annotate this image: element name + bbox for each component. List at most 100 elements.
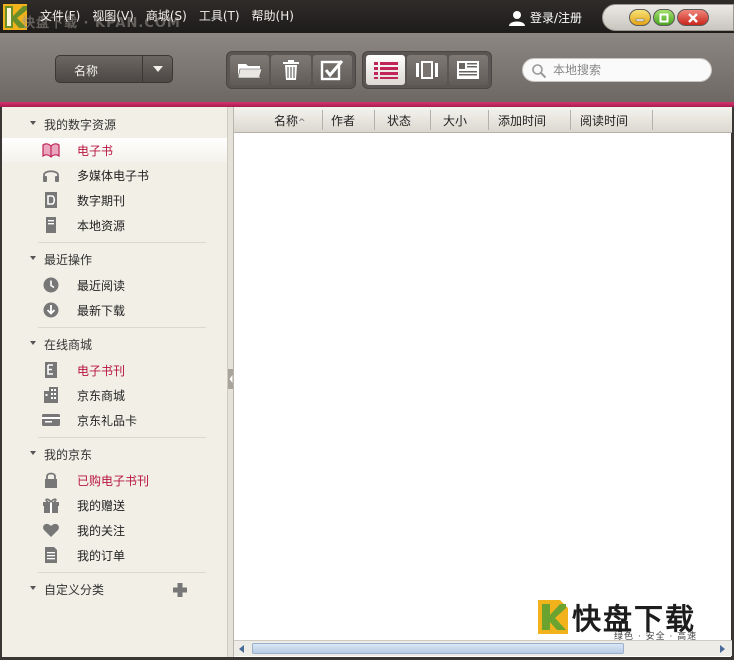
detail-view-icon <box>457 61 480 79</box>
section-header-online-store[interactable]: 在线商城 <box>2 332 227 356</box>
menu-view[interactable]: 视图(V) <box>92 7 134 24</box>
search-box[interactable] <box>522 58 712 82</box>
gift-icon <box>43 498 59 513</box>
user-icon <box>509 10 525 26</box>
column-added-time[interactable]: 添加时间 <box>498 112 546 129</box>
chevron-down-icon <box>153 66 163 72</box>
sidebar-item-my-orders[interactable]: 我的订单 <box>2 543 227 567</box>
collapse-triangle-icon <box>30 256 36 260</box>
search-icon <box>532 64 547 79</box>
maximize-button[interactable] <box>653 9 675 26</box>
section-header-my-resources[interactable]: 我的数字资源 <box>2 112 227 136</box>
order-icon <box>45 547 57 563</box>
column-separator[interactable] <box>430 110 431 130</box>
column-size[interactable]: 大小 <box>443 112 467 129</box>
brand-watermark: 快盘下载 绿色 · 安全 · 高速 <box>538 600 696 642</box>
collapse-triangle-icon <box>30 341 36 345</box>
section-divider <box>38 572 206 573</box>
menu-tools[interactable]: 工具(T) <box>199 7 240 24</box>
search-input[interactable] <box>553 62 703 78</box>
book-icon <box>42 143 60 158</box>
sort-select[interactable]: 名称 <box>55 55 173 83</box>
add-category-icon[interactable] <box>172 582 188 598</box>
scroll-left-icon[interactable] <box>236 643 248 655</box>
sort-select-arrow[interactable] <box>142 56 172 82</box>
column-name[interactable]: 名称^ <box>274 112 306 129</box>
menu-file[interactable]: 文件(F) <box>40 7 80 24</box>
column-separator[interactable] <box>488 110 489 130</box>
sidebar-item-jd-mall[interactable]: 京东商城 <box>2 383 227 407</box>
sidebar-item-multimedia-ebook[interactable]: 多媒体电子书 <box>2 163 227 187</box>
sidebar-item-latest-download[interactable]: 最新下载 <box>2 298 227 322</box>
menu-store[interactable]: 商城(S) <box>146 7 187 24</box>
trash-icon <box>282 60 299 80</box>
scroll-right-icon[interactable] <box>716 643 728 655</box>
horizontal-scrollbar[interactable] <box>234 640 732 656</box>
sidebar-item-my-follows[interactable]: 我的关注 <box>2 518 227 542</box>
column-author[interactable]: 作者 <box>331 112 355 129</box>
column-status[interactable]: 状态 <box>387 112 411 129</box>
list-view-button[interactable] <box>366 55 406 85</box>
section-label: 在线商城 <box>44 338 93 352</box>
local-file-icon <box>46 217 56 233</box>
open-folder-button[interactable] <box>230 55 270 85</box>
action-button-group <box>226 51 356 89</box>
sidebar-item-label: 本地资源 <box>77 219 126 233</box>
sidebar-item-ebook[interactable]: 电子书 <box>2 138 227 162</box>
login-label: 登录/注册 <box>530 11 583 25</box>
collapse-triangle-icon <box>30 586 36 590</box>
minimize-button[interactable] <box>629 9 651 26</box>
toolbar: 名称 <box>0 33 734 102</box>
magazine-icon <box>45 192 57 208</box>
collapse-triangle-icon <box>30 451 36 455</box>
sidebar-item-digital-magazine[interactable]: 数字期刊 <box>2 188 227 212</box>
section-divider <box>38 327 206 328</box>
menu-help[interactable]: 帮助(H) <box>252 7 294 24</box>
collapse-triangle-icon <box>30 121 36 125</box>
column-separator[interactable] <box>374 110 375 130</box>
sidebar-item-label: 最新下载 <box>77 304 126 318</box>
sidebar-item-local-resources[interactable]: 本地资源 <box>2 213 227 237</box>
sidebar-item-label: 数字期刊 <box>77 194 126 208</box>
sidebar-item-ebook-store[interactable]: 电子书刊 <box>2 358 227 382</box>
close-button[interactable] <box>677 9 709 26</box>
sidebar-item-label: 电子书刊 <box>77 364 126 378</box>
sidebar-item-label: 最近阅读 <box>77 279 126 293</box>
sidebar-item-jd-gift-card[interactable]: 京东礼品卡 <box>2 408 227 432</box>
section-label: 自定义分类 <box>44 583 105 597</box>
download-icon <box>43 302 59 318</box>
sidebar-item-my-gifts[interactable]: 我的赠送 <box>2 493 227 517</box>
detail-view-button[interactable] <box>448 55 488 85</box>
column-name-label: 名称 <box>274 114 299 128</box>
sort-select-value: 名称 <box>74 64 99 78</box>
column-read-time[interactable]: 阅读时间 <box>580 112 628 129</box>
cover-view-button[interactable] <box>407 55 447 85</box>
column-separator[interactable] <box>570 110 571 130</box>
section-label: 最近操作 <box>44 253 93 267</box>
menu-bar: 文件(F) 视图(V) 商城(S) 工具(T) 帮助(H) <box>40 7 294 24</box>
cover-view-icon <box>415 61 438 79</box>
sidebar-item-label: 已购电子书刊 <box>77 474 150 488</box>
delete-button[interactable] <box>271 55 311 85</box>
section-header-custom-category[interactable]: 自定义分类 <box>2 577 227 601</box>
login-button[interactable]: 登录/注册 <box>508 9 582 26</box>
column-separator[interactable] <box>652 110 653 130</box>
section-header-recent[interactable]: 最近操作 <box>2 247 227 271</box>
scrollbar-thumb[interactable] <box>252 643 624 654</box>
list-view-icon <box>373 62 398 79</box>
sidebar-item-purchased[interactable]: 已购电子书刊 <box>2 468 227 492</box>
sidebar-item-label: 我的赠送 <box>77 499 126 513</box>
maximize-icon <box>659 13 669 22</box>
headphones-icon <box>43 170 59 182</box>
sidebar-item-recent-read[interactable]: 最近阅读 <box>2 273 227 297</box>
sidebar-item-label: 京东礼品卡 <box>77 414 138 428</box>
minimize-icon <box>635 18 645 21</box>
window-controls <box>602 4 734 31</box>
sort-asc-icon: ^ <box>298 118 306 128</box>
folder-icon <box>237 64 263 79</box>
list-column-header: 名称^ 作者 状态 大小 添加时间 阅读时间 <box>234 107 732 133</box>
section-header-my-jd[interactable]: 我的京东 <box>2 442 227 466</box>
column-separator[interactable] <box>322 110 323 130</box>
select-button[interactable] <box>312 55 352 85</box>
section-label: 我的数字资源 <box>44 118 117 132</box>
